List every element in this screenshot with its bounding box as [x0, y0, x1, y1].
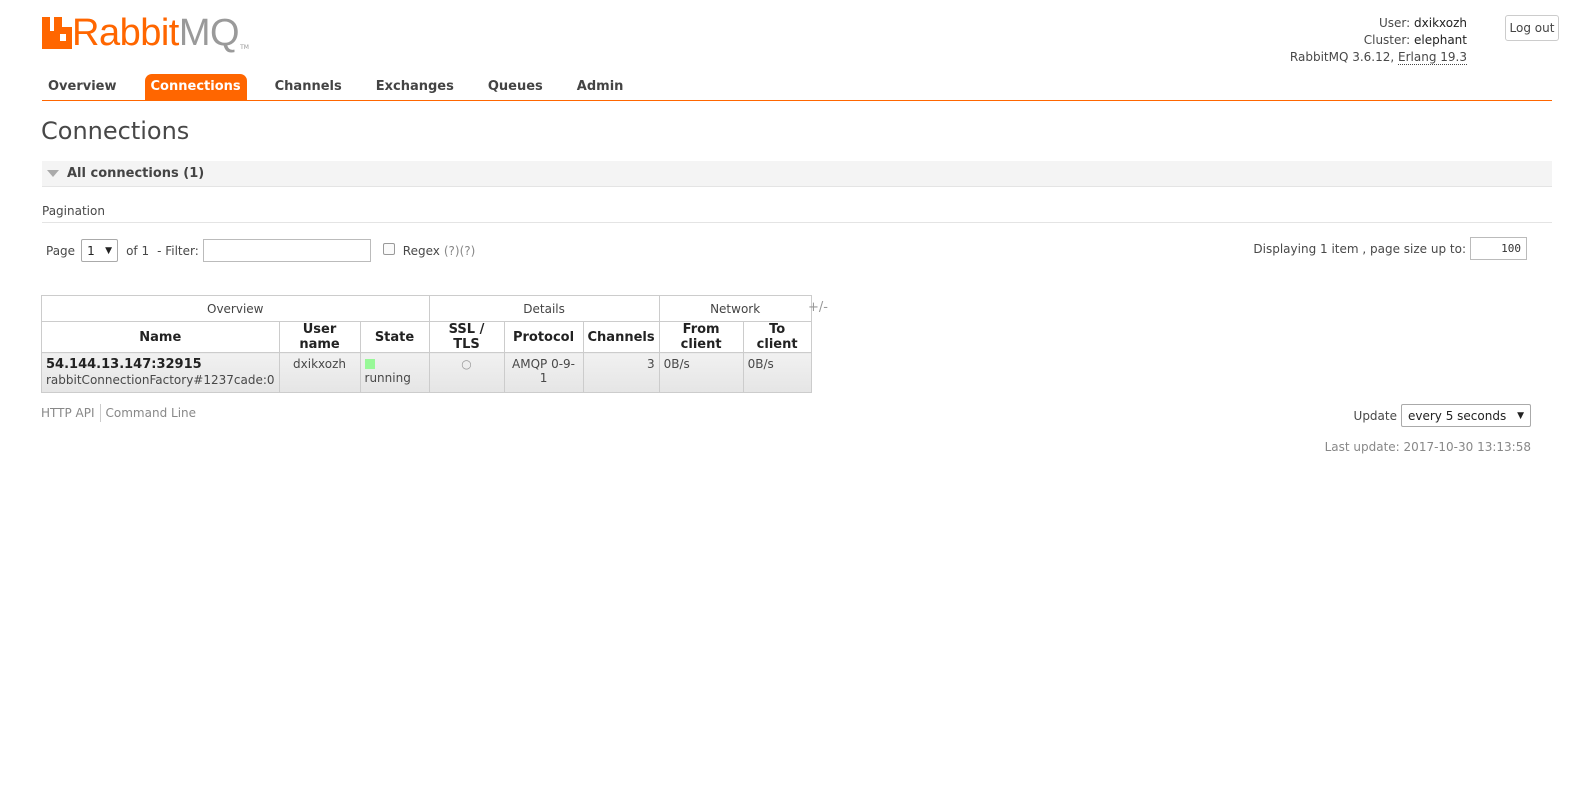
all-connections-section-toggle[interactable]: All connections (1): [42, 161, 1552, 187]
tab-divider: [42, 100, 1552, 101]
regex-help-link[interactable]: (?): [444, 244, 460, 258]
version-line: RabbitMQ 3.6.12, Erlang 19.3: [1290, 49, 1467, 66]
pagination-title: Pagination: [42, 204, 105, 218]
column-toggle-button[interactable]: +/-: [808, 300, 828, 315]
tab-connections[interactable]: Connections: [144, 74, 247, 100]
filter-input[interactable]: [202, 239, 371, 262]
cell-name[interactable]: 54.144.13.147:32915 rabbitConnectionFact…: [41, 352, 280, 393]
col-state[interactable]: State: [359, 321, 430, 353]
col-channels[interactable]: Channels: [582, 321, 660, 353]
page-size-controls: Displaying 1 item , page size up to: 100: [1253, 237, 1527, 260]
connection-client-name: rabbitConnectionFactory#1237cade:0: [46, 373, 275, 387]
login-details: User: dxikxozh Cluster: elephant RabbitM…: [1290, 15, 1467, 66]
tab-exchanges[interactable]: Exchanges: [370, 74, 460, 100]
cell-from-client: 0B/s: [658, 352, 744, 393]
regex-label: Regex: [402, 243, 440, 258]
table-row: 54.144.13.147:32915 rabbitConnectionFact…: [41, 352, 812, 393]
display-count-label: Displaying 1 item , page size up to:: [1253, 241, 1466, 256]
rabbit-logo-icon: [42, 17, 72, 49]
logo-wordmark: RabbitMQ: [72, 12, 240, 54]
page-count: of 1: [126, 243, 150, 258]
regex-help-link-2[interactable]: (?): [460, 244, 476, 258]
col-ssl-tls[interactable]: SSL / TLS: [428, 321, 505, 353]
rabbitmq-management-page: RabbitMQ TM User: dxikxozh Cluster: elep…: [0, 0, 1594, 790]
connection-link[interactable]: 54.144.13.147:32915: [46, 357, 275, 372]
current-user: dxikxozh: [1414, 16, 1467, 30]
connections-table: Overview Details Network Name User name …: [41, 295, 812, 393]
col-name[interactable]: Name: [41, 321, 280, 353]
pagination-controls: Page 1 ▼ of 1 - Filter: Regex (?) (?): [46, 239, 475, 262]
group-overview: Overview: [41, 295, 430, 322]
last-update-timestamp: Last update: 2017-10-30 13:13:58: [1324, 440, 1531, 454]
rabbitmq-version: RabbitMQ 3.6.12,: [1289, 50, 1395, 64]
section-title: All connections (1): [67, 166, 205, 181]
page-select[interactable]: 1 ▼: [81, 239, 119, 262]
cell-state: running: [359, 352, 430, 393]
col-from-client[interactable]: From client: [658, 321, 744, 353]
tab-queues[interactable]: Queues: [482, 74, 549, 100]
update-label: Update: [1353, 408, 1397, 423]
regex-checkbox[interactable]: [382, 242, 395, 255]
logo-trademark: TM: [240, 44, 249, 51]
page-size-input[interactable]: 100: [1470, 237, 1527, 260]
group-network: Network: [658, 295, 812, 322]
dropdown-arrow-icon: ▼: [1517, 410, 1524, 421]
page-label: Page: [46, 243, 76, 258]
pagination-divider: [42, 222, 1552, 223]
cell-to-client: 0B/s: [742, 352, 812, 393]
update-interval-select[interactable]: every 5 seconds ▼: [1401, 404, 1531, 427]
col-to-client[interactable]: To client: [742, 321, 812, 353]
cluster-line: Cluster: elephant: [1363, 33, 1467, 47]
page-title: Connections: [41, 117, 190, 145]
tab-channels[interactable]: Channels: [269, 74, 348, 100]
update-controls: Update every 5 seconds ▼: [1354, 404, 1531, 427]
tab-admin[interactable]: Admin: [571, 74, 630, 100]
group-details: Details: [428, 295, 660, 322]
cell-user: dxikxozh: [278, 352, 361, 393]
collapse-triangle-icon: [47, 170, 59, 177]
erlang-version[interactable]: Erlang 19.3: [1398, 50, 1467, 65]
footer-links: HTTP API Command Line: [41, 404, 197, 422]
rabbitmq-logo[interactable]: RabbitMQ TM: [42, 14, 249, 54]
http-api-link[interactable]: HTTP API: [41, 406, 95, 422]
filter-label: - Filter:: [157, 243, 199, 258]
tab-overview[interactable]: Overview: [42, 74, 123, 100]
logout-button[interactable]: Log out: [1505, 15, 1559, 41]
cell-ssl: ○: [428, 352, 505, 393]
footer-separator: [99, 404, 101, 422]
col-user-name[interactable]: User name: [278, 321, 361, 353]
user-line: User: dxikxozh: [1379, 16, 1467, 30]
main-nav-tabs: Overview Connections Channels Exchanges …: [42, 74, 651, 100]
cell-protocol: AMQP 0-9-1: [503, 352, 584, 393]
cluster-name: elephant: [1414, 33, 1467, 47]
table-group-header: Overview Details Network: [41, 295, 812, 322]
command-line-link[interactable]: Command Line: [106, 406, 197, 422]
running-status-icon: [364, 359, 375, 369]
col-protocol[interactable]: Protocol: [503, 321, 584, 353]
cell-channels: 3: [582, 352, 660, 393]
table-column-header: Name User name State SSL / TLS Protocol …: [41, 321, 812, 353]
dropdown-arrow-icon: ▼: [105, 245, 113, 256]
